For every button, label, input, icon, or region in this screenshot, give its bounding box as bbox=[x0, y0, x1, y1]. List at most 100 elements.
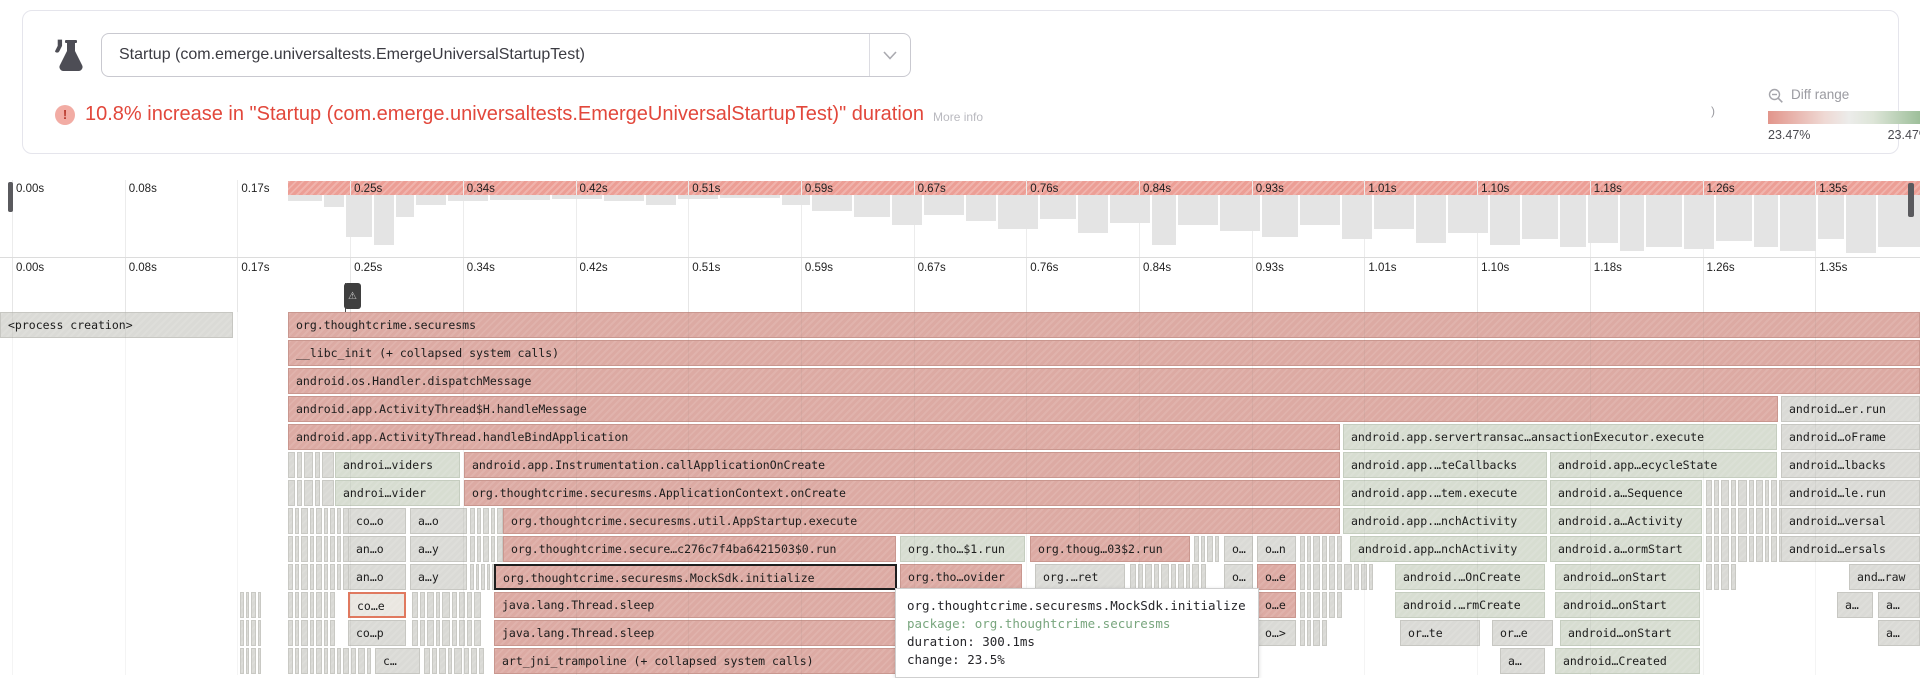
sliver-bar[interactable] bbox=[436, 592, 440, 618]
flame-bar[interactable]: or…te bbox=[1400, 620, 1480, 646]
sliver-bar[interactable] bbox=[301, 648, 308, 674]
sliver-bar[interactable] bbox=[288, 592, 293, 618]
sliver-bar[interactable] bbox=[367, 648, 371, 674]
sliver-bar[interactable] bbox=[310, 648, 314, 674]
sliver-bar[interactable] bbox=[315, 452, 320, 478]
sliver-bar[interactable] bbox=[1300, 564, 1305, 590]
sliver-bar[interactable] bbox=[358, 648, 365, 674]
sliver-bar[interactable] bbox=[1771, 508, 1777, 534]
sliver-bar[interactable] bbox=[240, 592, 244, 618]
flame-bar[interactable]: android.app.…tem.execute bbox=[1343, 480, 1547, 506]
flame-bar[interactable]: o…e bbox=[1257, 564, 1296, 590]
flame-bar[interactable]: o…> bbox=[1257, 620, 1296, 646]
sliver-bar[interactable] bbox=[322, 452, 334, 478]
minimap-left-handle[interactable] bbox=[8, 182, 13, 212]
flame-bar[interactable]: org.thoughtcrime.securesms.ApplicationCo… bbox=[464, 480, 1340, 506]
flame-bar[interactable]: android.app.…nchActivity bbox=[1343, 508, 1547, 534]
flame-bar[interactable]: android.a…ormStart bbox=[1550, 536, 1702, 562]
flame-bar[interactable]: android.…rmCreate bbox=[1395, 592, 1545, 618]
sliver-bar[interactable] bbox=[337, 564, 341, 590]
sliver-bar[interactable] bbox=[337, 508, 341, 534]
timeline-minimap[interactable]: 0.00s0.08s0.17s0.25s0.34s0.42s0.51s0.59s… bbox=[0, 180, 1920, 257]
sliver-bar[interactable] bbox=[295, 536, 299, 562]
flame-bar[interactable]: androi…viders bbox=[335, 452, 460, 478]
sliver-bar[interactable] bbox=[1706, 508, 1712, 534]
sliver-bar[interactable] bbox=[1749, 508, 1754, 534]
flame-bar[interactable]: android…oFrame bbox=[1781, 424, 1920, 450]
sliver-bar[interactable] bbox=[1300, 620, 1305, 646]
flame-bar[interactable]: android…ersals bbox=[1781, 536, 1920, 562]
sliver-bar[interactable] bbox=[246, 592, 249, 618]
sliver-bar[interactable] bbox=[412, 592, 418, 618]
sliver-bar[interactable] bbox=[477, 508, 481, 534]
sliver-bar[interactable] bbox=[1154, 564, 1159, 590]
sliver-bar[interactable] bbox=[477, 536, 481, 562]
flame-bar[interactable]: android…er.run bbox=[1781, 396, 1920, 422]
sliver-bar[interactable] bbox=[295, 620, 299, 646]
flame-bar[interactable]: an…o bbox=[348, 536, 406, 562]
flame-bar[interactable]: android.app.ActivityThread$H.handleMessa… bbox=[288, 396, 1778, 422]
flame-bar[interactable]: android…Created bbox=[1555, 648, 1700, 674]
sliver-bar[interactable] bbox=[288, 480, 295, 506]
sliver-bar[interactable] bbox=[1307, 536, 1311, 562]
sliver-bar[interactable] bbox=[1721, 508, 1729, 534]
flame-bar[interactable]: android…le.run bbox=[1781, 480, 1920, 506]
sliver-bar[interactable] bbox=[1731, 564, 1736, 590]
flame-bar[interactable]: and…raw bbox=[1849, 564, 1920, 590]
sliver-bar[interactable] bbox=[1329, 536, 1335, 562]
sliver-bar[interactable] bbox=[452, 620, 457, 646]
sliver-bar[interactable] bbox=[1731, 480, 1736, 506]
sliver-bar[interactable] bbox=[1329, 592, 1335, 618]
sliver-bar[interactable] bbox=[251, 648, 256, 674]
sliver-bar[interactable] bbox=[1731, 508, 1736, 534]
flame-bar[interactable]: android…onStart bbox=[1560, 620, 1700, 646]
sliver-bar[interactable] bbox=[330, 620, 335, 646]
more-info-link[interactable]: More info bbox=[933, 110, 983, 124]
sliver-bar[interactable] bbox=[470, 508, 475, 534]
sliver-bar[interactable] bbox=[246, 620, 249, 646]
sliver-bar[interactable] bbox=[1192, 564, 1199, 590]
sliver-bar[interactable] bbox=[258, 620, 261, 646]
sliver-bar[interactable] bbox=[330, 508, 335, 534]
sliver-bar[interactable] bbox=[337, 536, 341, 562]
flame-bar[interactable]: a… bbox=[1837, 592, 1873, 618]
sliver-bar[interactable] bbox=[301, 536, 308, 562]
flame-bar[interactable]: android.…OnCreate bbox=[1395, 564, 1545, 590]
sliver-bar[interactable] bbox=[467, 592, 472, 618]
test-selector[interactable]: Startup (com.emerge.universaltests.Emerg… bbox=[101, 33, 911, 77]
sliver-bar[interactable] bbox=[316, 620, 322, 646]
sliver-bar[interactable] bbox=[310, 508, 314, 534]
flame-bar[interactable]: a… bbox=[1878, 620, 1920, 646]
sliver-bar[interactable] bbox=[330, 536, 335, 562]
flame-bar[interactable]: org.tho…$1.run bbox=[900, 536, 1025, 562]
sliver-bar[interactable] bbox=[295, 592, 299, 618]
sliver-bar[interactable] bbox=[1706, 480, 1712, 506]
sliver-bar[interactable] bbox=[1307, 564, 1311, 590]
sliver-bar[interactable] bbox=[297, 452, 302, 478]
sliver-bar[interactable] bbox=[1738, 508, 1747, 534]
sliver-bar[interactable] bbox=[464, 648, 469, 674]
sliver-bar[interactable] bbox=[483, 508, 489, 534]
flame-bar[interactable]: android.app.Instrumentation.callApplicat… bbox=[464, 452, 1340, 478]
sliver-bar[interactable] bbox=[1145, 564, 1152, 590]
sliver-bar[interactable] bbox=[1337, 564, 1342, 590]
sliver-bar[interactable] bbox=[1171, 564, 1176, 590]
sliver-bar[interactable] bbox=[310, 536, 314, 562]
flame-bar[interactable]: org.…ret bbox=[1035, 564, 1125, 590]
sliver-bar[interactable] bbox=[310, 564, 314, 590]
sliver-bar[interactable] bbox=[1201, 536, 1205, 562]
sliver-bar[interactable] bbox=[316, 564, 322, 590]
sliver-bar[interactable] bbox=[1322, 620, 1327, 646]
flame-bar[interactable]: android…versal bbox=[1781, 508, 1920, 534]
sliver-bar[interactable] bbox=[442, 592, 450, 618]
flame-bar[interactable]: o… bbox=[1224, 564, 1253, 590]
sliver-bar[interactable] bbox=[439, 648, 446, 674]
sliver-bar[interactable] bbox=[1756, 536, 1763, 562]
flame-bar[interactable]: androi…vider bbox=[335, 480, 460, 506]
sliver-bar[interactable] bbox=[1354, 564, 1359, 590]
sliver-bar[interactable] bbox=[310, 620, 314, 646]
flame-bar[interactable]: a… bbox=[1500, 648, 1545, 674]
sliver-bar[interactable] bbox=[1714, 480, 1719, 506]
sliver-bar[interactable] bbox=[301, 620, 308, 646]
sliver-bar[interactable] bbox=[316, 592, 322, 618]
